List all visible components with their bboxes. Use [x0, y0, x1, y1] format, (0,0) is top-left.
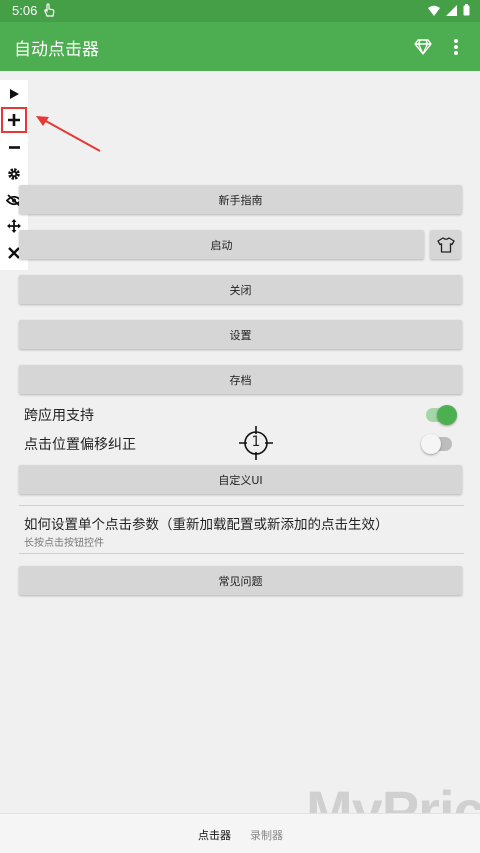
switch-knob: [421, 434, 441, 454]
switch-knob: [437, 405, 457, 425]
custom-ui-button[interactable]: 自定义UI: [19, 465, 462, 494]
guide-button[interactable]: 新手指南: [19, 185, 462, 214]
signal-icon: [446, 4, 457, 19]
info-title: 如何设置单个点击参数（重新加载配置或新添加的点击生效）: [24, 517, 389, 533]
info-subtitle: 长按点击按钮控件: [24, 538, 104, 549]
settings-button[interactable]: 设置: [19, 320, 462, 349]
app-title: 自动点击器: [14, 40, 99, 60]
diamond-icon[interactable]: [410, 34, 436, 60]
divider: [19, 505, 464, 506]
status-time: 5:06: [12, 3, 38, 18]
wifi-icon: [428, 5, 440, 19]
app-bar: 自动点击器: [0, 22, 480, 71]
crosshair-icon[interactable]: 1: [239, 426, 273, 464]
offset-fix-switch[interactable]: [421, 434, 452, 454]
more-vert-icon[interactable]: [443, 34, 469, 60]
add-icon[interactable]: [1, 107, 27, 133]
tab-clicker[interactable]: 点击器: [198, 827, 231, 843]
cross-app-label: 跨应用支持: [24, 408, 94, 424]
cross-app-switch[interactable]: [426, 405, 457, 425]
start-button[interactable]: 启动: [19, 230, 424, 259]
tshirt-icon[interactable]: [430, 230, 461, 259]
offset-fix-label: 点击位置偏移纠正: [24, 437, 136, 453]
stop-button[interactable]: 关闭: [19, 275, 462, 304]
battery-icon: [463, 4, 470, 19]
play-icon[interactable]: [3, 83, 25, 105]
annotation-arrow: [36, 116, 101, 152]
tab-recorder[interactable]: 录制器: [250, 827, 283, 843]
settings-gear-icon[interactable]: [3, 163, 25, 185]
divider: [19, 553, 464, 554]
touch-gesture-icon: [43, 3, 55, 20]
status-bar: 5:06: [0, 0, 480, 22]
crosshair-number: 1: [251, 434, 261, 450]
save-button[interactable]: 存档: [19, 365, 462, 394]
remove-icon[interactable]: [3, 136, 25, 158]
faq-button[interactable]: 常见问题: [19, 566, 462, 595]
bottom-nav: 点击器 录制器: [0, 813, 480, 853]
